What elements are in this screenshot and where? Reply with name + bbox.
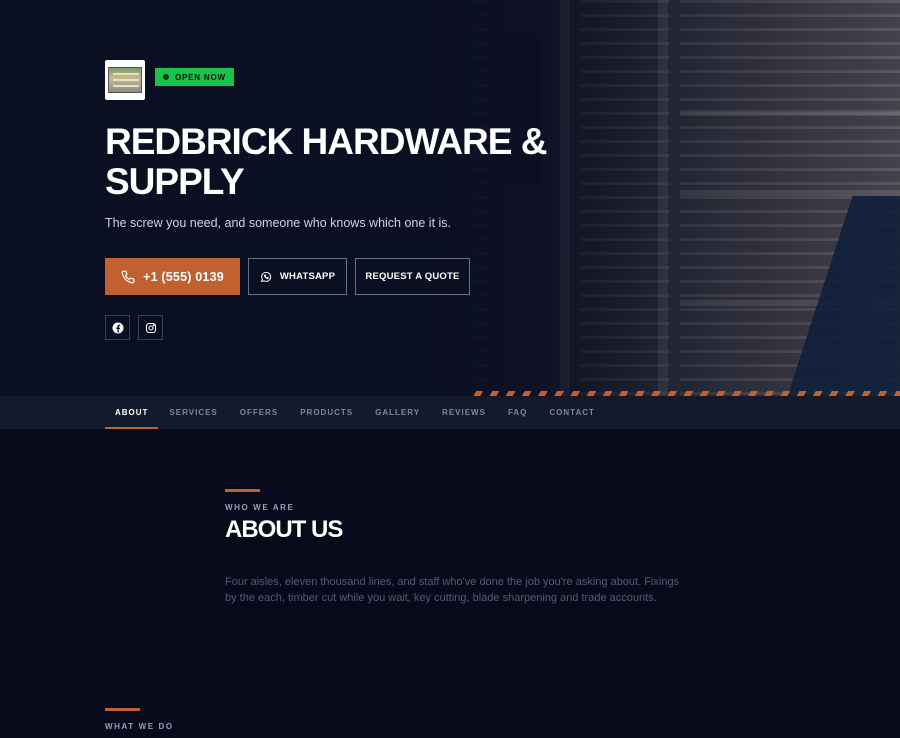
open-status-label: OPEN NOW <box>175 72 226 82</box>
status-dot-icon <box>163 74 169 80</box>
nav-item-services[interactable]: SERVICES <box>158 396 228 429</box>
hero-content: OPEN NOW REDBRICK HARDWARE & SUPPLY The … <box>105 60 625 340</box>
section-nav: ABOUT SERVICES OFFERS PRODUCTS GALLERY R… <box>0 396 900 429</box>
nav-item-faq[interactable]: FAQ <box>497 396 538 429</box>
business-name-line2: SUPPLY <box>105 161 245 202</box>
section-accent-bar <box>225 489 260 492</box>
social-links <box>105 315 625 340</box>
request-quote-label: REQUEST A QUOTE <box>365 271 460 282</box>
hero-tagline: The screw you need, and someone who know… <box>105 216 452 230</box>
business-name-line1: REDBRICK HARDWARE & <box>105 121 547 162</box>
hero-badge-row: OPEN NOW <box>105 60 625 100</box>
nav-item-products[interactable]: PRODUCTS <box>289 396 364 429</box>
whatsapp-label: WHATSAPP <box>279 271 336 282</box>
call-phone-button[interactable]: +1 (555) 0139 <box>105 258 240 295</box>
services-eyebrow: WHAT WE DO <box>105 722 174 731</box>
about-body: Four aisles, eleven thousand lines, and … <box>225 576 680 604</box>
section-accent-bar <box>105 708 140 711</box>
phone-label: +1 (555) 0139 <box>143 269 224 284</box>
instagram-icon <box>145 322 156 333</box>
about-title: ABOUT US <box>225 516 343 543</box>
instagram-link[interactable] <box>138 315 163 340</box>
section-nav-items: ABOUT SERVICES OFFERS PRODUCTS GALLERY R… <box>105 396 606 429</box>
about-eyebrow: WHO WE ARE <box>225 503 295 512</box>
request-quote-button[interactable]: REQUEST A QUOTE <box>355 258 470 295</box>
phone-icon <box>121 270 135 283</box>
nav-item-contact[interactable]: CONTACT <box>538 396 606 429</box>
nav-item-gallery[interactable]: GALLERY <box>364 396 431 429</box>
hero-section: OPEN NOW REDBRICK HARDWARE & SUPPLY The … <box>0 0 900 396</box>
nav-item-reviews[interactable]: REVIEWS <box>431 396 497 429</box>
business-name: REDBRICK HARDWARE & SUPPLY <box>105 122 625 202</box>
store-logo[interactable] <box>105 60 145 100</box>
facebook-link[interactable] <box>105 315 130 340</box>
nav-item-offers[interactable]: OFFERS <box>229 396 289 429</box>
store-photo-thumbnail <box>108 67 142 93</box>
services-section: WHAT WE DO <box>105 708 174 731</box>
whatsapp-icon <box>260 271 271 282</box>
open-status-badge: OPEN NOW <box>155 68 234 86</box>
whatsapp-button[interactable]: WHATSAPP <box>248 258 347 295</box>
nav-item-about[interactable]: ABOUT <box>105 396 159 429</box>
facebook-icon <box>112 322 123 333</box>
about-section: WHO WE ARE ABOUT US Four aisles, eleven … <box>225 489 685 606</box>
cta-row: +1 (555) 0139 WHATSAPP REQUEST A QUOTE <box>105 258 625 295</box>
